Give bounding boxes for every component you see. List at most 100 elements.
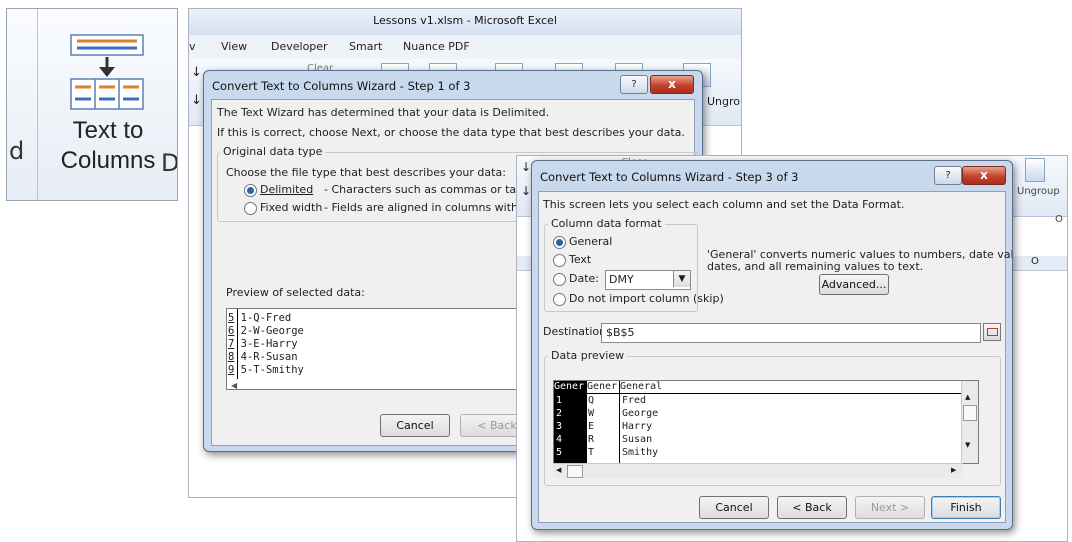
dialog-title: Convert Text to Columns Wizard - Step 1 …: [212, 79, 471, 93]
group-title: Original data type: [220, 145, 326, 158]
text-to-columns-label-1[interactable]: Text to: [43, 117, 173, 145]
excel-title: Lessons v1.xlsm - Microsoft Excel: [373, 14, 557, 27]
delimited-label-text: Delimited: [260, 183, 314, 196]
chevron-down-icon[interactable]: ▼: [673, 271, 690, 287]
general-note-line2: dates, and all remaining values to text.: [707, 260, 924, 273]
horizontal-scrollbar[interactable]: ◀ ▶: [553, 463, 963, 478]
ribbon-fragment-left: d: [9, 137, 25, 165]
column-o-header[interactable]: O: [1031, 256, 1039, 267]
text-label[interactable]: Text: [569, 253, 591, 266]
preview-row-text: 4-R-Susan: [240, 351, 298, 363]
collapse-dialog-icon[interactable]: [983, 323, 1001, 341]
preview-row-num: 8: [228, 351, 235, 363]
text-to-columns-ribbon-crop: d D Text to Columns: [6, 8, 178, 201]
ungroup-label[interactable]: Ungroup: [1017, 186, 1060, 197]
help-button[interactable]: ?: [934, 166, 962, 185]
scroll-left-icon[interactable]: ◀: [556, 466, 561, 474]
data-preview-grid[interactable]: Gener Gener General 1 Q Fred 2 W George …: [553, 380, 979, 464]
ungroup-label[interactable]: Ungrou: [707, 95, 741, 108]
ungroup-icon[interactable]: [1025, 158, 1045, 182]
preview-cell: Fred: [622, 395, 647, 406]
choose-label: Choose the file type that best describes…: [226, 166, 506, 179]
preview-cell: E: [588, 421, 595, 432]
delimited-radio[interactable]: [244, 184, 257, 197]
data-preview-title: Data preview: [548, 349, 628, 362]
preview-col-header-1[interactable]: Gener: [554, 381, 584, 392]
preview-row: 8 4-R-Susan: [228, 351, 298, 363]
fixed-width-label[interactable]: Fixed width: [260, 201, 322, 214]
preview-cell: 3: [556, 421, 563, 432]
text-radio[interactable]: [553, 254, 566, 267]
scroll-thumb[interactable]: [567, 465, 583, 478]
sort-arrow-icon-2[interactable]: ↓: [521, 184, 531, 198]
date-radio[interactable]: [553, 273, 566, 286]
cancel-button[interactable]: Cancel: [699, 496, 769, 519]
preview-cell: 4: [556, 434, 563, 445]
preview-cell: R: [588, 434, 595, 445]
preview-col-header-2[interactable]: Gener: [587, 381, 617, 392]
collapse-dialog-glyph: [987, 328, 998, 336]
preview-row: 5 1-Q-Fred: [228, 312, 291, 324]
preview-cell: T: [588, 447, 595, 458]
scroll-thumb[interactable]: [963, 405, 977, 421]
preview-cell: Smithy: [622, 447, 659, 458]
dialog-title: Convert Text to Columns Wizard - Step 3 …: [540, 170, 799, 184]
menu-fragment[interactable]: v: [189, 40, 196, 53]
preview-cell: Q: [588, 395, 595, 406]
scroll-left-icon[interactable]: ◀: [231, 381, 237, 390]
preview-cell: George: [622, 408, 659, 419]
ribbon-separator: [37, 9, 38, 200]
preview-row-num: 7: [228, 338, 235, 350]
preview-cell: W: [588, 408, 595, 419]
sort-arrow-icon[interactable]: ↓: [521, 160, 531, 174]
sort-arrow-icon[interactable]: ↓: [191, 65, 202, 80]
intro-text: The Text Wizard has determined that your…: [217, 106, 550, 119]
scroll-right-icon[interactable]: ▶: [951, 466, 956, 474]
preview-col-header-3[interactable]: General: [620, 381, 662, 392]
menu-nuance-pdf[interactable]: Nuance PDF: [403, 40, 470, 53]
date-label[interactable]: Date:: [569, 272, 599, 285]
next-button[interactable]: Next >: [855, 496, 925, 519]
close-button[interactable]: x: [650, 75, 694, 94]
general-label[interactable]: General: [569, 235, 612, 248]
preview-cell: 5: [556, 447, 563, 458]
wizard-step3-dialog: Convert Text to Columns Wizard - Step 3 …: [531, 160, 1013, 530]
date-format-select[interactable]: DMY ▼: [605, 270, 691, 290]
preview-row: 6 2-W-George: [228, 325, 304, 337]
preview-row-text: 2-W-George: [240, 325, 304, 337]
back-button[interactable]: < Back: [777, 496, 847, 519]
vertical-scrollbar[interactable]: ▲ ▼: [961, 381, 978, 463]
general-radio[interactable]: [553, 236, 566, 249]
scroll-down-icon[interactable]: ▼: [965, 441, 970, 449]
ribbon-fragment: O: [1055, 214, 1063, 225]
sort-arrow-icon-2[interactable]: ↓: [191, 93, 202, 108]
scroll-up-icon[interactable]: ▲: [965, 393, 970, 401]
skip-label[interactable]: Do not import column (skip): [569, 292, 724, 305]
preview-row-num: 6: [228, 325, 235, 337]
cancel-button[interactable]: Cancel: [380, 414, 450, 437]
destination-label: Destination:: [543, 325, 610, 338]
fixed-width-label-text: Fixed width: [260, 201, 323, 214]
menu-developer[interactable]: Developer: [271, 40, 328, 53]
text-to-columns-label-2[interactable]: Columns: [43, 147, 173, 175]
menu-smart[interactable]: Smart: [349, 40, 382, 53]
excel-menubar: v View Developer Smart Nuance PDF: [189, 35, 741, 59]
destination-input[interactable]: $B$5: [601, 323, 981, 343]
close-button[interactable]: x: [962, 166, 1006, 185]
destination-value: $B$5: [606, 326, 635, 339]
preview-row-text: 3-E-Harry: [240, 338, 298, 350]
finish-button[interactable]: Finish: [931, 496, 1001, 519]
preview-cell: 1: [556, 395, 563, 406]
skip-radio[interactable]: [553, 293, 566, 306]
preview-cell: 2: [556, 408, 563, 419]
dialog-body: This screen lets you select each column …: [538, 191, 1012, 523]
menu-view[interactable]: View: [221, 40, 247, 53]
delimited-label[interactable]: Delimited: [260, 183, 313, 196]
text-to-columns-icon[interactable]: [69, 33, 145, 113]
col-divider: [619, 381, 620, 463]
fixed-width-radio[interactable]: [244, 202, 257, 215]
advanced-button[interactable]: Advanced...: [819, 274, 889, 295]
preview-row-text: 5-T-Smithy: [240, 364, 304, 376]
help-button[interactable]: ?: [620, 75, 648, 94]
intro-text-2: If this is correct, choose Next, or choo…: [217, 126, 685, 139]
